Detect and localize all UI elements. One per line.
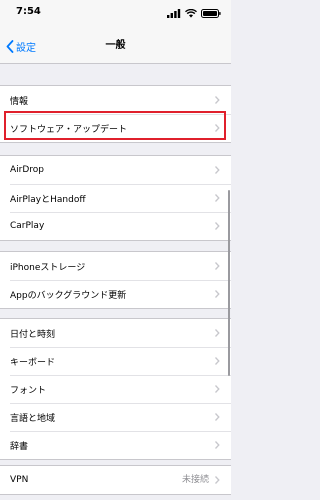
chevron-right-icon <box>215 262 220 270</box>
cell-keyboard[interactable]: キーボード <box>0 347 231 375</box>
cell-carplay[interactable]: CarPlay <box>0 212 231 240</box>
chevron-right-icon <box>215 329 220 337</box>
navigation-bar: 設定 一般 <box>0 28 231 64</box>
chevron-right-icon <box>215 385 220 393</box>
status-icons <box>167 7 221 19</box>
wifi-icon <box>185 8 197 18</box>
cell-label: Appのバックグラウンド更新 <box>10 290 127 301</box>
settings-group-storage: iPhoneストレージ Appのバックグラウンド更新 <box>0 251 231 309</box>
chevron-right-icon <box>215 357 220 365</box>
cell-date-time[interactable]: 日付と時刻 <box>0 319 231 347</box>
cell-label: VPN <box>10 475 29 485</box>
scroll-indicator <box>228 190 230 376</box>
cell-label: AirPlayとHandoff <box>10 194 86 205</box>
cell-label: iPhoneストレージ <box>10 262 86 273</box>
cell-label: キーボード <box>10 357 56 368</box>
signal-icon <box>167 8 181 18</box>
chevron-right-icon <box>215 413 220 421</box>
cell-label: 情報 <box>10 96 29 107</box>
chevron-right-icon <box>215 222 220 230</box>
vpn-status: 未接続 <box>181 475 209 485</box>
chevron-right-icon <box>215 290 220 298</box>
cell-label: 辞書 <box>10 441 29 452</box>
highlight-box <box>4 111 226 140</box>
cell-language-region[interactable]: 言語と地域 <box>0 403 231 431</box>
cell-label: 日付と時刻 <box>10 329 56 340</box>
chevron-right-icon <box>215 194 220 202</box>
cell-airdrop[interactable]: AirDrop <box>0 156 231 184</box>
cell-label: AirDrop <box>10 165 45 175</box>
cell-airplay-handoff[interactable]: AirPlayとHandoff <box>0 184 231 212</box>
battery-icon <box>201 8 221 18</box>
status-time: 7:54 <box>16 6 41 17</box>
chevron-right-icon <box>215 441 220 449</box>
cell-label: フォント <box>10 385 47 396</box>
cell-fonts[interactable]: フォント <box>0 375 231 403</box>
chevron-right-icon <box>215 96 220 104</box>
settings-group-locale: 日付と時刻 キーボード フォント 言語と地域 辞書 <box>0 318 231 460</box>
cell-label: 言語と地域 <box>10 413 56 424</box>
settings-group-connectivity: AirDrop AirPlayとHandoff CarPlay <box>0 155 231 241</box>
cell-vpn[interactable]: VPN 未接続 <box>0 466 231 494</box>
chevron-right-icon <box>215 166 220 174</box>
settings-group-vpn: VPN 未接続 <box>0 465 231 495</box>
cell-dictionary[interactable]: 辞書 <box>0 431 231 459</box>
page-title: 一般 <box>105 40 126 51</box>
cell-iphone-storage[interactable]: iPhoneストレージ <box>0 252 231 280</box>
chevron-right-icon <box>215 476 220 484</box>
status-bar: 7:54 <box>0 0 231 28</box>
cell-label: CarPlay <box>10 221 45 231</box>
cell-background-app-refresh[interactable]: Appのバックグラウンド更新 <box>0 280 231 308</box>
cell-about[interactable]: 情報 <box>0 86 231 114</box>
